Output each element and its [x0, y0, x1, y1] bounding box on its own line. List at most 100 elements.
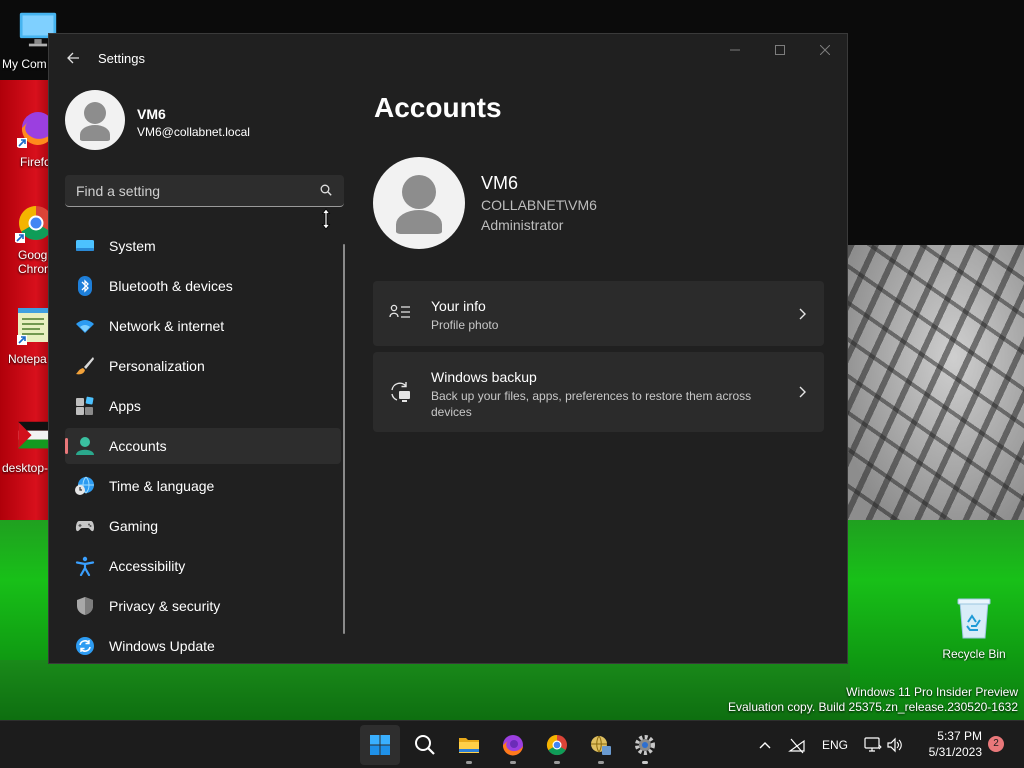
card-subtitle: Back up your files, apps, preferences to…	[431, 389, 752, 419]
taskbar-search-button[interactable]	[405, 725, 445, 765]
apps-icon	[76, 396, 94, 415]
account-name: VM6	[481, 173, 519, 193]
running-indicator	[598, 761, 604, 764]
maximize-button[interactable]	[765, 42, 795, 60]
brush-icon	[76, 357, 94, 375]
network-status[interactable]	[788, 735, 806, 755]
card-title: Windows backup	[431, 369, 537, 385]
taskbar-chrome[interactable]	[537, 725, 577, 765]
taskbar-network-app[interactable]	[581, 725, 621, 765]
wallpaper-calligraphy	[848, 245, 1024, 525]
clock[interactable]: 5:37 PM 5/31/2023	[912, 728, 982, 760]
firefox-icon	[502, 735, 523, 756]
sidebar-item-label: Accessibility	[109, 558, 186, 574]
search-icon	[415, 735, 435, 755]
input-language[interactable]: ENG	[822, 738, 848, 758]
desktop-icon-label: My Com	[2, 57, 47, 71]
close-button[interactable]	[810, 42, 840, 60]
network-disconnected-icon	[788, 738, 805, 754]
windows-logo-icon	[370, 735, 390, 755]
desktop-icon-desktop-file[interactable]: desktop-	[2, 414, 54, 475]
system-icon	[76, 240, 94, 251]
start-button[interactable]	[360, 725, 400, 765]
sidebar-item-apps[interactable]: Apps	[65, 388, 341, 424]
running-indicator	[642, 761, 648, 764]
show-hidden-icons-button[interactable]	[758, 735, 772, 755]
sidebar-item-bluetooth[interactable]: Bluetooth & devices	[65, 268, 341, 304]
search-icon[interactable]	[320, 184, 332, 196]
volume-button[interactable]	[886, 735, 904, 755]
speaker-icon	[887, 737, 902, 753]
sidebar-item-time-language[interactable]: Time & language	[65, 468, 341, 504]
monitor-icon	[864, 737, 882, 752]
desktop-icon-notepad[interactable]: Notepa	[8, 305, 48, 366]
title-bar[interactable]: Settings	[49, 34, 847, 82]
sidebar-item-system[interactable]: System	[65, 228, 341, 264]
sidebar-item-network[interactable]: Network & internet	[65, 308, 341, 344]
sidebar-item-label: Time & language	[109, 478, 215, 494]
desktop-icon-label: Notepa	[8, 352, 47, 366]
sidebar-item-accounts[interactable]: Accounts	[65, 428, 341, 464]
sidebar-item-gaming[interactable]: Gaming	[65, 508, 341, 544]
clock-time: 5:37 PM	[937, 729, 982, 743]
back-button[interactable]	[61, 46, 85, 70]
sidebar-item-label: System	[109, 238, 156, 254]
sidebar-item-label: Privacy & security	[109, 598, 221, 614]
update-icon	[76, 637, 94, 655]
desktop-icon-recycle-bin[interactable]: Recycle Bin	[938, 596, 1010, 661]
minimize-icon	[730, 49, 740, 51]
card-subtitle: Profile photo	[431, 318, 499, 332]
recycle-bin-icon	[957, 598, 991, 639]
your-info-icon	[389, 304, 410, 318]
minimize-button[interactable]	[720, 42, 750, 60]
page-title: Accounts	[374, 92, 502, 123]
wallpaper-green-dark	[0, 660, 850, 720]
chevron-up-icon	[759, 742, 771, 749]
desktop-icon-label: desktop-	[2, 461, 48, 475]
desktop-icon-chrome[interactable]: Goog Chron	[14, 203, 53, 276]
sidebar-item-label: Personalization	[109, 358, 205, 374]
accessibility-icon	[75, 556, 95, 576]
resize-cursor-icon	[321, 208, 331, 230]
gear-icon	[635, 735, 655, 755]
profile-name: VM6	[137, 106, 166, 122]
running-indicator	[466, 761, 472, 764]
avatar-head	[402, 175, 436, 209]
bluetooth-icon	[78, 276, 92, 296]
clock-date: 5/31/2023	[928, 745, 982, 759]
notification-badge[interactable]: 2	[988, 736, 1004, 752]
watermark-line-2: Evaluation copy. Build 25375.zn_release.…	[728, 700, 1018, 714]
search-input[interactable]: Find a setting	[65, 175, 344, 207]
avatar-body	[396, 210, 442, 234]
clock-globe-icon	[75, 476, 94, 495]
chevron-right-icon	[799, 308, 806, 320]
taskbar-firefox[interactable]	[493, 725, 533, 765]
desktop-icon-firefox[interactable]: Firefo	[14, 108, 54, 169]
sidebar-item-accessibility[interactable]: Accessibility	[65, 548, 341, 584]
sidebar-item-windows-update[interactable]: Windows Update	[65, 628, 341, 663]
sidebar-item-privacy[interactable]: Privacy & security	[65, 588, 341, 624]
windows-backup-card[interactable]: Windows backup Back up your files, apps,…	[373, 352, 824, 432]
taskbar-settings[interactable]	[625, 725, 665, 765]
desktop-icon-label: Recycle Bin	[942, 647, 1006, 661]
sidebar-scrollbar[interactable]	[343, 244, 345, 634]
sidebar-item-label: Apps	[109, 398, 141, 414]
sidebar-item-label: Network & internet	[109, 318, 225, 334]
back-arrow-icon	[67, 52, 79, 64]
sidebar-nav: System Bluetooth & devices Network & int…	[65, 228, 341, 663]
running-indicator	[554, 761, 560, 764]
desktop-icon-my-computer[interactable]: My Com	[2, 10, 57, 71]
watermark-line-1: Windows 11 Pro Insider Preview	[846, 685, 1018, 699]
sidebar-item-personalization[interactable]: Personalization	[65, 348, 341, 384]
taskbar-file-explorer[interactable]	[449, 725, 489, 765]
window-title: Settings	[98, 51, 145, 66]
accounts-icon	[76, 437, 94, 455]
desktop-icon-label: Goog	[18, 248, 48, 262]
profile-avatar[interactable]	[65, 90, 125, 150]
sidebar-item-label: Gaming	[109, 518, 159, 534]
account-avatar[interactable]	[373, 157, 465, 249]
your-info-card[interactable]: Your info Profile photo	[373, 281, 824, 346]
quick-settings-network[interactable]	[864, 735, 882, 755]
account-role: Administrator	[481, 217, 564, 233]
settings-window: Settings VM6 VM6@collabnet.local Find a …	[48, 33, 848, 664]
